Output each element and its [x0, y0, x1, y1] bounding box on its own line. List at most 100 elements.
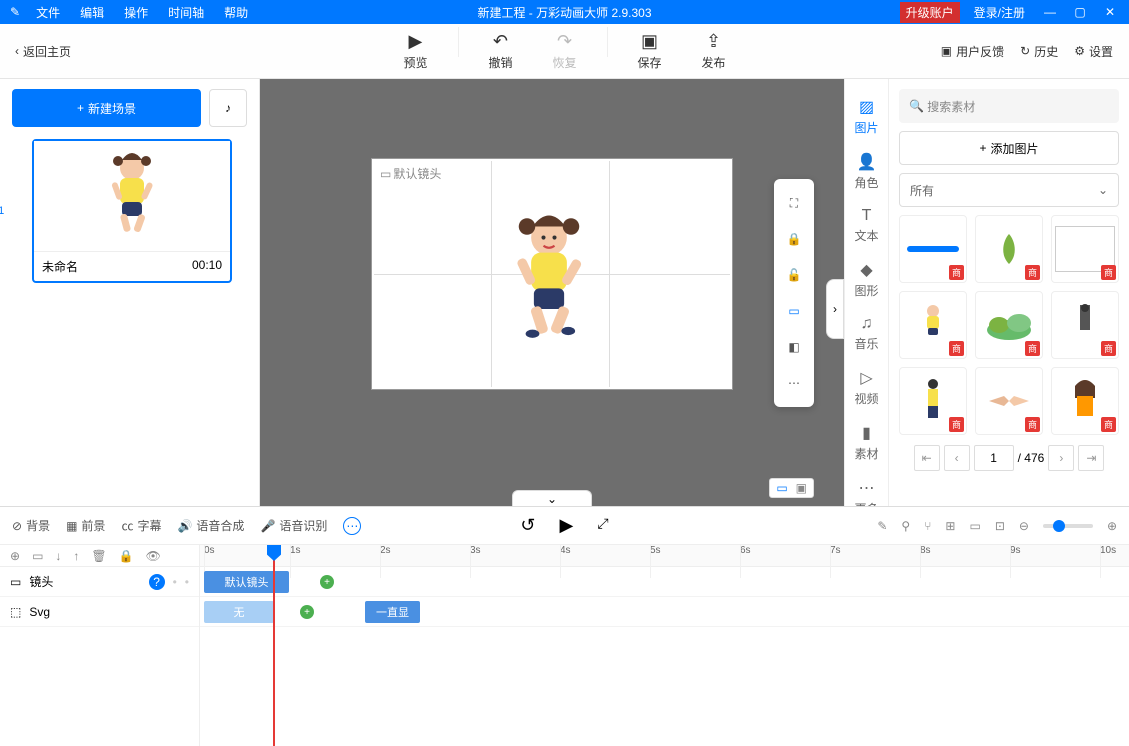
asset-item[interactable]: 商 [1051, 367, 1119, 435]
close-button[interactable]: ✕ [1095, 0, 1125, 24]
frame-tool[interactable]: ⊡ [995, 519, 1005, 533]
up-button[interactable]: ↑ [73, 549, 79, 563]
fullscreen-play-button[interactable]: ⤢ [597, 515, 608, 536]
zoom-in-button[interactable]: ⊕ [1107, 519, 1117, 533]
add-keyframe-button[interactable]: + [320, 575, 334, 589]
add-track-button[interactable]: ⊕ [10, 549, 20, 563]
bg-tool[interactable]: ⊘背景 [12, 517, 50, 534]
more-tools[interactable]: ⋯ [774, 365, 814, 401]
feedback-button[interactable]: ▣用户反馈 [941, 43, 1004, 60]
asset-item[interactable]: 商 [975, 215, 1043, 283]
camera-clip[interactable]: 默认镜头 [204, 571, 289, 593]
lock-closed-tool[interactable]: 🔒 [774, 221, 814, 257]
asset-filter-select[interactable]: 所有⌄ [899, 173, 1119, 207]
undo-button[interactable]: ↶撤销 [478, 27, 522, 75]
tab-music[interactable]: ♫音乐 [845, 307, 888, 360]
delete-track-button[interactable]: 🗑 [91, 549, 106, 563]
panel-expand-handle[interactable]: › [826, 279, 844, 339]
help-icon[interactable]: ? [149, 574, 165, 590]
timeline-ruler[interactable]: 0s 1s 2s 3s 4s 5s 6s 7s 8s 9s 10s [200, 545, 1129, 567]
page-last-button[interactable]: ⇥ [1078, 445, 1104, 471]
down-button[interactable]: ↓ [55, 549, 61, 563]
zoom-out-button[interactable]: ⊖ [1019, 519, 1029, 533]
fullscreen-tool[interactable]: ⛶ [774, 185, 814, 221]
tts-tool[interactable]: 🔊语音合成 [177, 517, 244, 534]
preview-button[interactable]: ▶预览 [393, 27, 437, 75]
back-home-button[interactable]: ‹ 返回主页 [0, 43, 86, 60]
page-next-button[interactable]: › [1048, 445, 1074, 471]
canvas-area[interactable]: ▭默认镜头 ⛶ 🔒 🔓 ▭ ◧ ⋯ › ▭ ▣ [260, 79, 844, 506]
upgrade-button[interactable]: 升级账户 [900, 2, 960, 23]
asset-item[interactable]: 商 [899, 367, 967, 435]
marker-tool[interactable]: ▭ [969, 519, 980, 533]
lock-open-tool[interactable]: 🔓 [774, 257, 814, 293]
scene-card[interactable]: 未命名 00:10 [32, 139, 232, 283]
asset-item[interactable]: 商 [975, 367, 1043, 435]
menu-file[interactable]: 文件 [26, 4, 70, 21]
tab-more[interactable]: ⋯更多 [845, 470, 888, 506]
timeline-collapse-handle[interactable]: ⌄ [512, 490, 592, 506]
svg-clip-none[interactable]: 无 [204, 601, 274, 623]
page-prev-button[interactable]: ‹ [944, 445, 970, 471]
track-dot[interactable]: • [173, 575, 177, 589]
settings-button[interactable]: ⚙设置 [1074, 43, 1113, 60]
rewind-button[interactable]: ↺ [520, 515, 535, 536]
save-button[interactable]: ▣保存 [628, 27, 672, 75]
tab-image[interactable]: ▨图片 [845, 89, 888, 144]
tab-video[interactable]: ▷视频 [845, 360, 888, 415]
menu-timeline[interactable]: 时间轴 [158, 4, 214, 21]
camera-track[interactable]: 默认镜头 + [200, 567, 1129, 597]
new-scene-button[interactable]: +新建场景 [12, 89, 201, 127]
tab-role[interactable]: 👤角色 [845, 144, 888, 199]
menu-edit[interactable]: 编辑 [70, 4, 114, 21]
playhead[interactable] [273, 545, 275, 746]
music-button[interactable]: ♪ [209, 89, 247, 127]
timeline-tracks[interactable]: 0s 1s 2s 3s 4s 5s 6s 7s 8s 9s 10s 默认镜头 +… [200, 545, 1129, 746]
track-label-camera[interactable]: ▭ 镜头 ? • • [0, 567, 199, 597]
lock-track-button[interactable]: 🔒 [119, 549, 134, 563]
asr-tool[interactable]: 🎤语音识别 [260, 517, 327, 534]
maximize-button[interactable]: ▢ [1065, 0, 1095, 24]
track-label-svg[interactable]: ⬚ Svg [0, 597, 199, 627]
visibility-button[interactable]: 👁 [146, 549, 161, 563]
play-button[interactable]: ▶ [560, 515, 574, 536]
asset-item[interactable]: 商 [975, 291, 1043, 359]
asset-item[interactable]: 商 [1051, 291, 1119, 359]
zoom-slider[interactable] [1043, 524, 1093, 528]
group-tool[interactable]: ⊞ [945, 519, 955, 533]
asset-search-input[interactable]: 🔍 搜索素材 [899, 89, 1119, 123]
tab-text[interactable]: T文本 [845, 199, 888, 252]
folder-track-button[interactable]: ▭ [32, 549, 43, 563]
more-timeline-tool[interactable]: ⋯ [343, 517, 361, 535]
add-keyframe-button[interactable]: + [300, 605, 314, 619]
filter-tool[interactable]: ⑂ [924, 519, 931, 533]
edit-tool[interactable]: ✎ [877, 519, 887, 533]
link-tool[interactable]: ⚲ [901, 519, 910, 533]
add-image-button[interactable]: +添加图片 [899, 131, 1119, 165]
track-dot2[interactable]: • [185, 575, 189, 589]
minimize-button[interactable]: — [1035, 0, 1065, 24]
asset-item[interactable]: 商 [899, 215, 967, 283]
menu-help[interactable]: 帮助 [214, 4, 258, 21]
subtitle-tool[interactable]: ㏄字幕 [121, 517, 161, 534]
publish-button[interactable]: ⇪发布 [692, 27, 736, 75]
fg-tool[interactable]: ▦前景 [66, 517, 105, 534]
fit-screen-button[interactable]: ▣ [796, 481, 807, 495]
menu-action[interactable]: 操作 [114, 4, 158, 21]
tab-material[interactable]: ▮素材 [845, 415, 888, 470]
history-button[interactable]: ↻历史 [1020, 43, 1058, 60]
asset-item[interactable]: 商 [1051, 215, 1119, 283]
page-first-button[interactable]: ⇤ [914, 445, 940, 471]
page-input[interactable] [974, 445, 1014, 471]
svg-track[interactable]: 无 + 一直显 [200, 597, 1129, 627]
redo-button[interactable]: ↷恢复 [542, 27, 586, 75]
aspect-tool[interactable]: ▭ [774, 293, 814, 329]
svg-clip-show[interactable]: 一直显 [365, 601, 420, 623]
fit-width-button[interactable]: ▭ [776, 481, 787, 495]
crop-tool[interactable]: ◧ [774, 329, 814, 365]
canvas-stage[interactable]: ▭默认镜头 [372, 159, 732, 389]
tab-shape[interactable]: ◆图形 [845, 252, 888, 307]
canvas-character[interactable] [494, 201, 604, 351]
asset-item[interactable]: 商 [899, 291, 967, 359]
login-button[interactable]: 登录/注册 [964, 4, 1035, 21]
